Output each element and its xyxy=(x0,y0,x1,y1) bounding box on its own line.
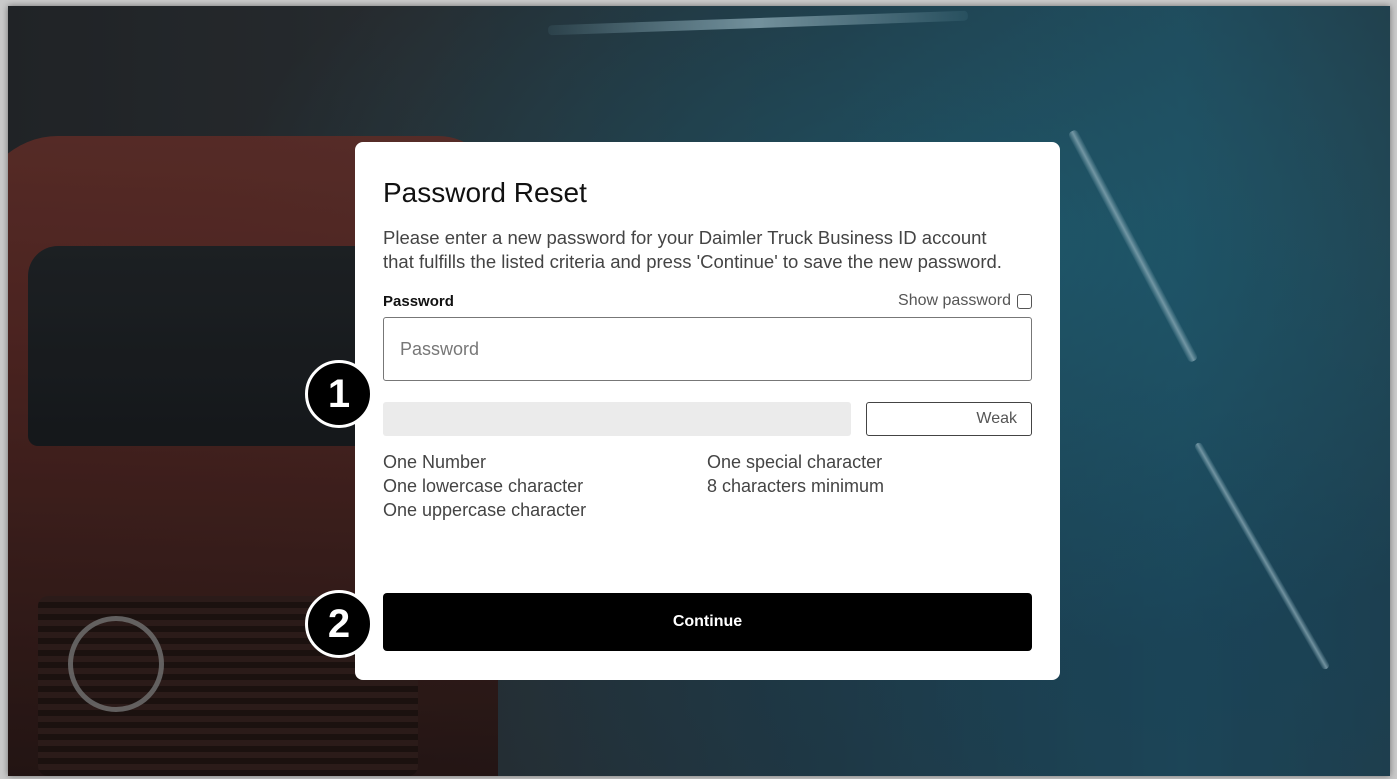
password-strength-label: Weak xyxy=(866,402,1032,436)
step-marker-1: 1 xyxy=(305,360,373,428)
password-strength-row: Weak xyxy=(383,402,1032,436)
password-reset-card: Password Reset Please enter a new passwo… xyxy=(355,142,1060,680)
password-criteria-list: One Number One special character One low… xyxy=(383,450,1032,522)
show-password-label: Show password xyxy=(898,292,1011,309)
password-input[interactable] xyxy=(383,317,1032,381)
show-password-toggle[interactable]: Show password xyxy=(898,292,1032,310)
show-password-checkbox[interactable] xyxy=(1017,293,1032,309)
page-title: Password Reset xyxy=(383,177,587,208)
password-strength-bar xyxy=(383,402,851,436)
step-marker-2: 2 xyxy=(305,590,373,658)
criteria-item: One Number xyxy=(383,452,487,472)
criteria-item: One lowercase character xyxy=(383,476,584,496)
criteria-item: One uppercase character xyxy=(383,500,587,520)
password-label: Password xyxy=(383,292,454,310)
criteria-item: One special character xyxy=(707,452,883,472)
instructions-text: Please enter a new password for your Dai… xyxy=(383,227,1002,272)
password-label-row: Password Show password xyxy=(383,292,1032,310)
criteria-item: 8 characters minimum xyxy=(707,476,885,496)
continue-button[interactable]: Continue xyxy=(383,593,1032,651)
